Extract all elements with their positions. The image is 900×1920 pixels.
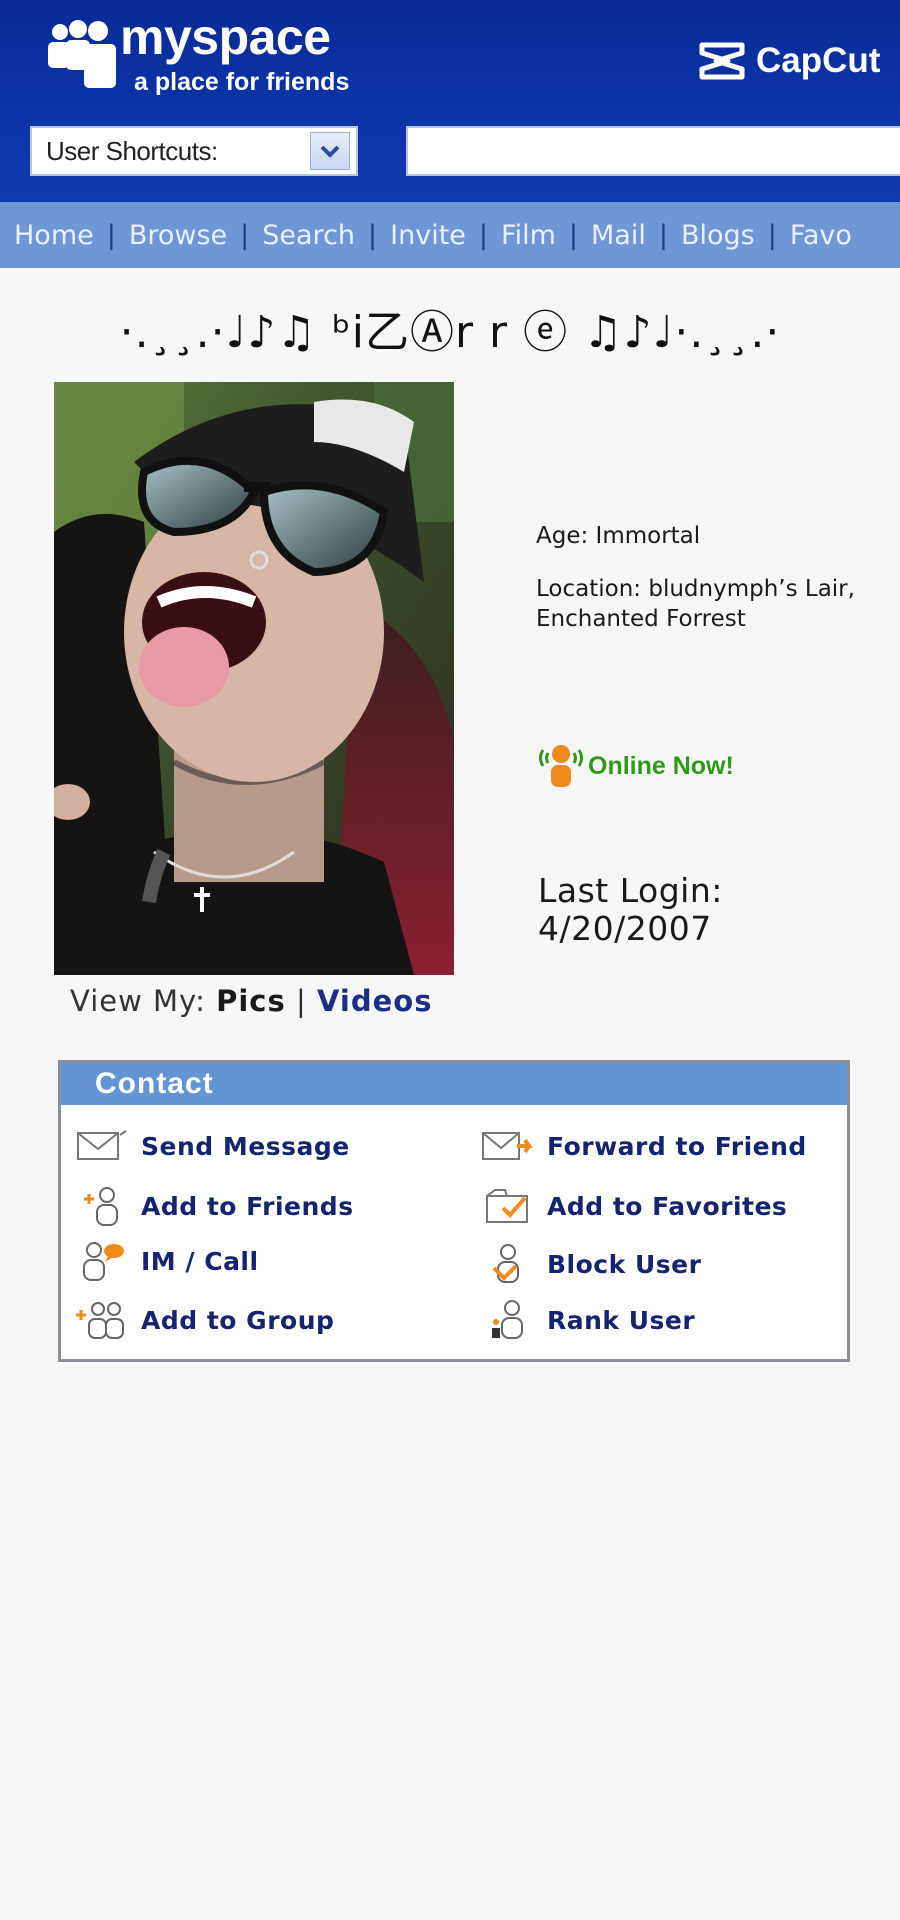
nav-favorites[interactable]: Favo [777,220,865,251]
nav-separator: | [106,219,116,251]
user-shortcuts-select[interactable]: User Shortcuts: [30,126,358,176]
user-shortcuts-label: User Shortcuts: [46,135,218,166]
nav-separator: | [568,219,578,251]
block-user-button[interactable]: Block User [479,1241,701,1287]
im-call-label: IM / Call [141,1246,259,1276]
add-friend-icon [73,1183,131,1229]
rank-user-label: Rank User [547,1305,696,1335]
search-input[interactable] [406,126,900,176]
nav-separator: | [240,219,250,251]
logo-wordmark: myspace [120,9,331,65]
last-login-label: Last Login: [538,871,723,910]
nav-mail[interactable]: Mail [578,220,659,251]
nav-separator: | [478,219,489,251]
online-now-text: Online Now! [588,751,734,780]
profile-photo-image [54,382,454,975]
profile-info: Age: Immortal Location: bludnymph’s Lair… [536,520,886,634]
rank-user-button[interactable]: Rank User [479,1297,695,1343]
chevron-down-icon[interactable] [310,132,350,170]
forward-envelope-icon [479,1123,537,1169]
add-to-favorites-label: Add to Favorites [547,1191,788,1221]
add-to-friends-label: Add to Friends [141,1191,354,1221]
friends-people-icon [48,20,116,88]
view-my-separator: | [295,984,307,1018]
nav-film[interactable]: Film [488,220,569,251]
block-user-icon [479,1241,537,1287]
add-to-group-button[interactable]: Add to Group [73,1297,334,1343]
nav-blogs[interactable]: Blogs [668,220,768,251]
send-message-label: Send Message [141,1131,350,1161]
add-to-group-label: Add to Group [141,1305,335,1335]
contact-box: Contact Send Message Forward to Friend A… [58,1060,850,1362]
last-login: Last Login: 4/20/2007 [538,872,858,948]
online-now-badge: Online Now! [536,732,734,788]
capcut-wordmark: CapCut [756,41,881,80]
myspace-logo[interactable]: myspace a place for friends [46,9,366,100]
nav-search[interactable]: Search [249,220,368,251]
view-pics-link[interactable]: Pics [216,984,286,1018]
profile-location-line1: Location: bludnymph’s Lair, [536,576,855,602]
envelope-icon [73,1123,131,1169]
main-nav: Home | Browse | Search | Invite | Film |… [0,202,900,268]
nav-home[interactable]: Home [0,220,107,251]
forward-to-friend-button[interactable]: Forward to Friend [479,1123,807,1169]
favorites-icon [479,1183,537,1229]
block-user-label: Block User [547,1249,702,1279]
empty-page-area [0,1375,900,1920]
im-call-button[interactable]: IM / Call [73,1238,259,1284]
last-login-date: 4/20/2007 [538,909,712,948]
nav-invite[interactable]: Invite [377,220,479,251]
view-videos-link[interactable]: Videos [317,984,433,1018]
myspace-header: myspace a place for friends CapCut User … [0,0,900,202]
send-message-button[interactable]: Send Message [73,1123,350,1169]
add-group-icon [73,1297,131,1343]
profile-location: Location: bludnymph’s Lair, Enchanted Fo… [536,574,886,634]
nav-separator: | [658,219,668,251]
view-my-label: View My: [70,984,206,1018]
profile-location-line2: Enchanted Forrest [536,606,746,632]
nav-separator: | [767,219,777,251]
online-user-icon [539,745,583,787]
im-call-icon [73,1238,131,1284]
rank-user-icon [479,1297,537,1343]
profile-display-name: ·.¸¸.·♩♪♫ ᵇi乙Ⓐr r ⓔ ♫♪♩·.¸¸.· [119,307,781,358]
profile-age: Age: Immortal [536,523,701,549]
logo-tagline: a place for friends [134,68,350,96]
add-to-favorites-button[interactable]: Add to Favorites [479,1183,787,1229]
capcut-logo-icon [699,42,745,80]
add-to-friends-button[interactable]: Add to Friends [73,1183,354,1229]
capcut-watermark: CapCut [698,36,880,86]
forward-to-friend-label: Forward to Friend [547,1131,807,1161]
profile-photo[interactable] [54,382,454,975]
nav-separator: | [368,219,378,251]
view-my-links: View My: Pics | Videos [70,984,432,1018]
nav-browse[interactable]: Browse [116,220,240,251]
contact-header: Contact [61,1063,847,1105]
